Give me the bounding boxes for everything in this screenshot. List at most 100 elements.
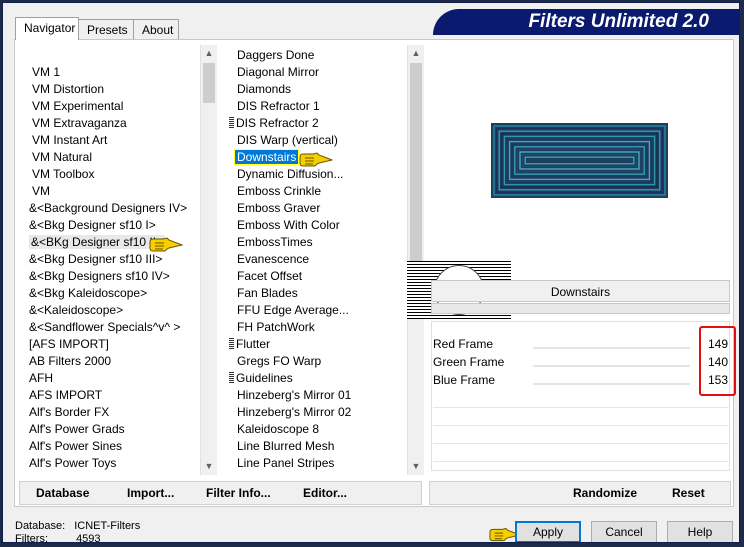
filter-item[interactable]: Flutter xyxy=(229,336,270,353)
category-item[interactable]: Alf's Power Sines xyxy=(29,438,122,455)
filter-item[interactable]: DIS Warp (vertical) xyxy=(237,132,338,149)
filter-item[interactable]: Facet Offset xyxy=(237,268,302,285)
category-item[interactable]: Alf's Border FX xyxy=(29,404,109,421)
category-item[interactable]: &<Bkg Designers sf10 IV> xyxy=(29,268,170,285)
category-item-label: AFS IMPORT xyxy=(29,388,103,402)
tab-about[interactable]: About xyxy=(133,19,179,39)
category-item-label: &<Bkg Designer sf10 III> xyxy=(29,252,163,266)
category-item[interactable]: VM 1 xyxy=(32,64,60,81)
filter-item[interactable]: DIS Refractor 1 xyxy=(237,98,320,115)
category-item[interactable]: [AFS IMPORT] xyxy=(29,336,109,353)
import-button[interactable]: Import... xyxy=(127,485,174,501)
filter-item[interactable]: FFU Edge Average... xyxy=(237,302,349,319)
category-item[interactable]: VM Instant Art xyxy=(32,132,107,149)
filter-item[interactable]: Line Blurred Mesh xyxy=(237,438,334,455)
filter-item[interactable]: Guidelines xyxy=(229,370,293,387)
category-item-label: VM 1 xyxy=(32,65,61,79)
param-slider-track[interactable] xyxy=(533,383,690,385)
category-item[interactable]: &<Bkg Designer sf10 I> xyxy=(29,217,156,234)
category-list[interactable]: VM 1 VM Distortion VM Experimental VM Extra… xyxy=(25,45,217,475)
scroll-up-arrow-icon[interactable]: ▲ xyxy=(201,45,217,62)
category-item[interactable]: &<Sandflower Specials^v^ > xyxy=(29,319,180,336)
filter-item-label: Flutter xyxy=(236,337,271,351)
scroll-up-arrow-icon[interactable]: ▲ xyxy=(408,45,424,62)
filter-item[interactable]: EmbossTimes xyxy=(237,234,313,251)
category-item[interactable]: VM xyxy=(32,183,50,200)
reset-button[interactable]: Reset xyxy=(672,485,705,501)
param-green-frame[interactable]: Green Frame 140 xyxy=(433,354,730,370)
filter-item[interactable]: Emboss With Color xyxy=(237,217,340,234)
category-item[interactable]: VM Extravaganza xyxy=(32,115,127,132)
tab-presets[interactable]: Presets xyxy=(78,19,134,39)
status-filters-label: Filters: xyxy=(15,533,48,543)
scroll-down-arrow-icon[interactable]: ▼ xyxy=(201,458,217,475)
preview-frame-ring xyxy=(514,146,645,175)
param-label: Red Frame xyxy=(433,337,494,351)
param-red-frame[interactable]: Red Frame 149 xyxy=(433,336,730,352)
filter-item-label: Fan Blades xyxy=(237,286,298,300)
category-item[interactable]: VM Distortion xyxy=(32,81,104,98)
category-item[interactable]: AB Filters 2000 xyxy=(29,353,111,370)
param-blue-frame[interactable]: Blue Frame 153 xyxy=(433,372,730,388)
param-slider-track[interactable] xyxy=(533,347,690,349)
category-item[interactable]: VM Toolbox xyxy=(32,166,94,183)
filter-item[interactable]: Kaleidoscope 8 xyxy=(237,421,319,438)
filter-item[interactable]: Fan Blades xyxy=(237,285,298,302)
param-slider-track[interactable] xyxy=(533,365,690,367)
filter-item[interactable]: Hinzeberg's Mirror 01 xyxy=(237,387,351,404)
category-item[interactable]: AFS IMPORT xyxy=(29,387,102,404)
category-item[interactable]: Alf's Power Toys xyxy=(29,455,116,472)
category-scrollbar[interactable]: ▲ ▼ xyxy=(200,45,217,475)
filter-item[interactable]: Emboss Crinkle xyxy=(237,183,321,200)
preview-frame-ring xyxy=(498,130,661,191)
param-label: Green Frame xyxy=(433,355,505,369)
category-item[interactable]: &<Bkg Kaleidoscope> xyxy=(29,285,147,302)
category-item[interactable]: AFH xyxy=(29,370,53,387)
filter-item[interactable]: Gregs FO Warp xyxy=(237,353,321,370)
filter-item[interactable]: FH PatchWork xyxy=(237,319,315,336)
filter-item[interactable]: Evanescence xyxy=(237,251,309,268)
category-item-label: &<BKg Designer sf10 II> xyxy=(29,235,166,249)
filter-item-label: Diagonal Mirror xyxy=(237,65,320,79)
editor-button[interactable]: Editor... xyxy=(303,485,347,501)
empty-param-slot xyxy=(433,443,730,444)
filter-item-label: DIS Refractor 2 xyxy=(236,116,319,130)
filter-scrollbar[interactable]: ▲ ▼ xyxy=(407,45,424,475)
help-button[interactable]: Help xyxy=(667,521,733,542)
category-item[interactable]: Alf's Power Grads xyxy=(29,421,125,438)
randomize-button[interactable]: Randomize xyxy=(573,485,637,501)
category-item-label: &<Background Designers IV> xyxy=(29,201,188,215)
filter-list[interactable]: Daggers Done Diagonal Mirror Diamonds DIS R… xyxy=(228,45,424,475)
empty-param-slot xyxy=(433,461,730,462)
apply-button[interactable]: Apply xyxy=(515,521,581,542)
scroll-down-arrow-icon[interactable]: ▼ xyxy=(408,458,424,475)
category-item[interactable]: &<Bkg Designer sf10 III> xyxy=(29,251,162,268)
preview-frame-ring xyxy=(524,156,635,165)
filter-item-label: Downstairs xyxy=(233,149,300,165)
category-item-label: AFH xyxy=(29,371,53,385)
category-item[interactable]: VM Natural xyxy=(32,149,92,166)
filter-item[interactable]: Diagonal Mirror xyxy=(237,64,319,81)
filter-item[interactable]: DIS Refractor 2 xyxy=(229,115,319,132)
filter-item[interactable]: Daggers Done xyxy=(237,47,314,64)
tab-navigator[interactable]: Navigator xyxy=(15,17,79,40)
filter-info-button[interactable]: Filter Info... xyxy=(206,485,271,501)
category-item[interactable]: VM Experimental xyxy=(32,98,123,115)
category-item[interactable]: &<Kaleidoscope> xyxy=(29,302,123,319)
category-item-label: &<Bkg Designer sf10 I> xyxy=(29,218,156,232)
category-item[interactable]: &<Background Designers IV> xyxy=(29,200,187,217)
filter-item[interactable]: Emboss Graver xyxy=(237,200,320,217)
right-toolbar: Randomize Reset xyxy=(429,481,731,505)
cancel-button[interactable]: Cancel xyxy=(591,521,657,542)
category-item[interactable]: &<BKg Designer sf10 II> xyxy=(29,234,166,251)
filter-item[interactable]: Line Panel Stripes xyxy=(237,455,334,472)
filter-item[interactable]: Dynamic Diffusion... xyxy=(237,166,343,183)
filter-item[interactable]: Hinzeberg's Mirror 02 xyxy=(237,404,351,421)
category-item-label: VM Natural xyxy=(32,150,93,164)
filter-item[interactable]: Downstairs xyxy=(233,149,300,166)
category-item-label: VM Distortion xyxy=(32,82,105,96)
filter-scroll-thumb[interactable] xyxy=(410,63,422,273)
filter-item[interactable]: Diamonds xyxy=(237,81,291,98)
database-button[interactable]: Database xyxy=(36,485,89,501)
category-scroll-thumb[interactable] xyxy=(203,63,215,103)
